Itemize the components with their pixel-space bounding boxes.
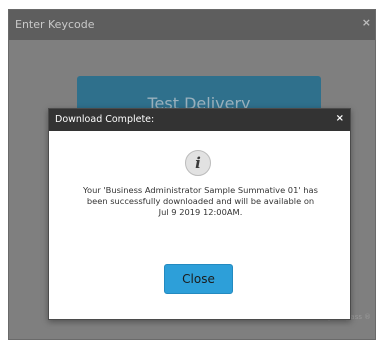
info-icon: i: [185, 150, 211, 176]
download-complete-dialog: Download Complete: × i Your 'Business Ad…: [48, 108, 351, 320]
dialog-header: Download Complete: ×: [49, 109, 350, 131]
window-close-icon[interactable]: ×: [362, 16, 371, 29]
dialog-title: Download Complete:: [55, 114, 155, 125]
message-line: Jul 9 2019 12:00AM.: [158, 207, 243, 217]
window-title: Enter Keycode: [15, 18, 95, 31]
message-line: Your 'Business Administrator Sample Summ…: [83, 185, 318, 195]
message-line: been successfully downloaded and will be…: [86, 196, 315, 206]
close-button[interactable]: Close: [164, 264, 233, 294]
registered-mark: ®: [364, 313, 371, 321]
window-titlebar: Enter Keycode ×: [9, 10, 375, 40]
screen: Enter Keycode × Test Delivery Powered by…: [0, 0, 376, 340]
dialog-message: Your 'Business Administrator Sample Summ…: [63, 185, 338, 218]
dialog-close-icon[interactable]: ×: [336, 113, 344, 124]
